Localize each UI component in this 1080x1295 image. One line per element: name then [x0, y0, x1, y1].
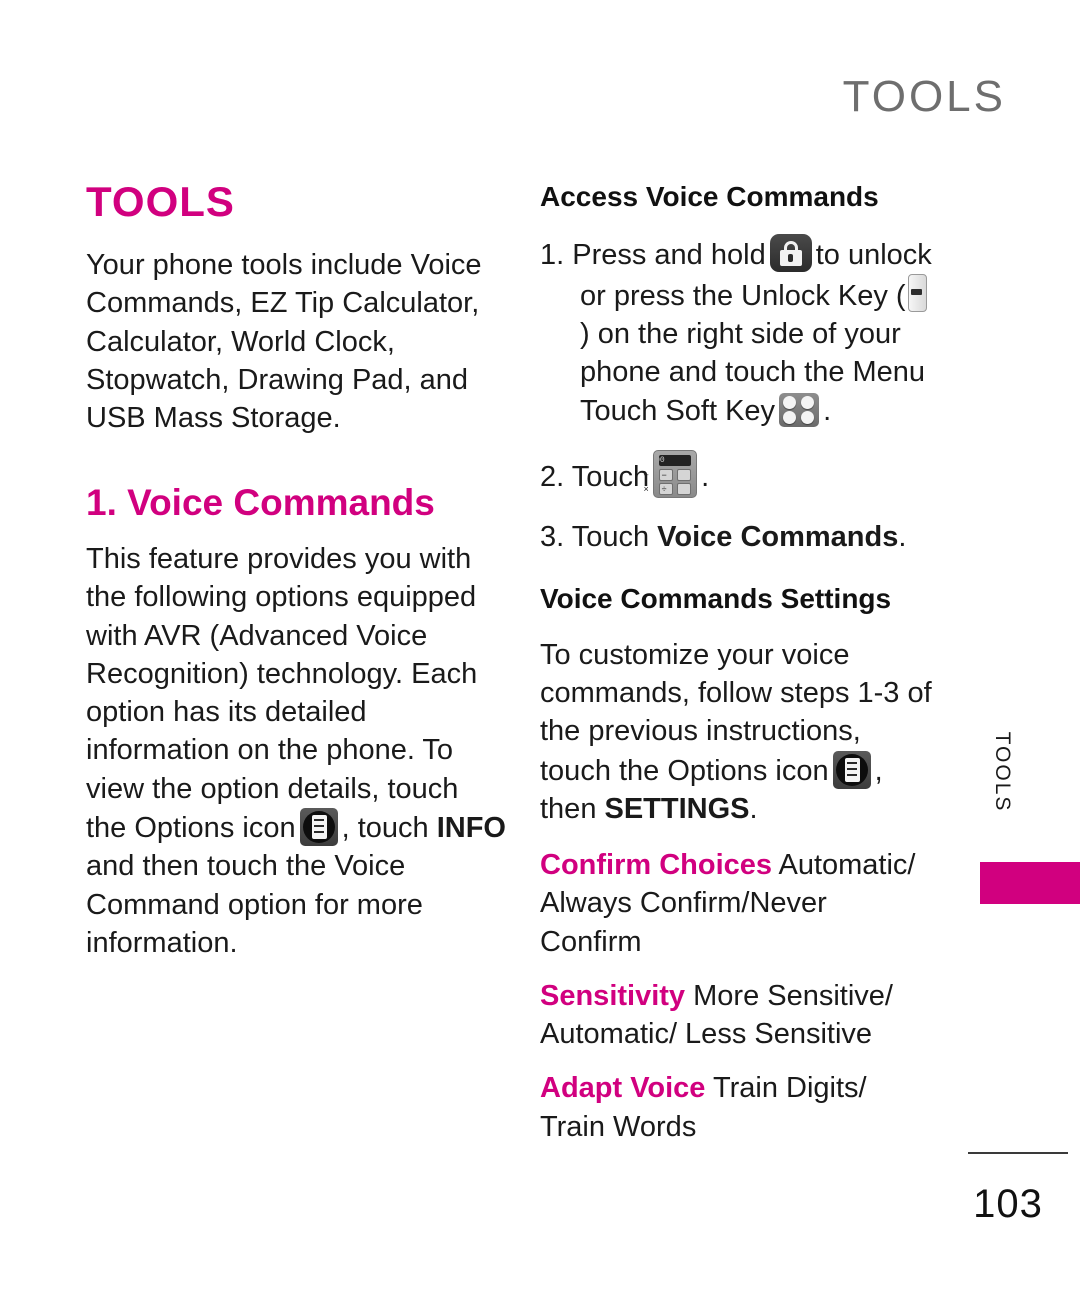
voice-commands-settings-heading: Voice Commands Settings — [540, 583, 892, 615]
settings-description-part3: . — [749, 792, 758, 825]
options-icon — [299, 807, 338, 846]
calculator-display: 3000 — [659, 454, 692, 466]
calculator-key-divide: ÷ — [662, 482, 692, 495]
step-1: 1. Press and hold to unlock or press the … — [540, 233, 932, 430]
calculator-key-minus: − — [661, 468, 692, 481]
footer-rule — [968, 1152, 1068, 1154]
section-heading-voice-commands: 1. Voice Commands — [86, 482, 435, 524]
voice-commands-description-part2: , touch — [341, 811, 437, 844]
step-3-voice-commands-label: Voice Commands — [657, 520, 899, 553]
step-1-part1: 1. Press and hold — [540, 238, 766, 271]
setting-option-label: Confirm Choices — [540, 849, 773, 882]
step-2-part2: . — [701, 460, 710, 493]
step-1-part4: . — [823, 394, 832, 427]
intro-paragraph: Your phone tools include Voice Commands,… — [86, 249, 482, 435]
step-3-part1: 3. Touch — [540, 520, 658, 553]
step-3: 3. Touch Voice Commands. — [540, 518, 932, 556]
calculator-icon: 3000+−×÷ — [643, 449, 698, 498]
setting-option-adapt-voice: Adapt Voice Train Digits/ Train Words — [540, 1069, 932, 1146]
access-voice-commands-heading: Access Voice Commands — [540, 181, 879, 212]
setting-option-confirm-choices: Confirm Choices Automatic/ Always Confir… — [540, 846, 932, 961]
side-tab-label: TOOLS — [991, 731, 1014, 813]
side-tab-bar — [980, 862, 1080, 904]
settings-label: SETTINGS — [604, 792, 750, 825]
step-3-part2: . — [898, 520, 907, 553]
running-header-tools: TOOLS — [842, 72, 1006, 121]
voice-commands-description: This feature provides you with the follo… — [86, 540, 506, 962]
step-2: 2. Touch3000+−×÷. — [540, 449, 932, 498]
side-unlock-key-icon — [907, 273, 927, 312]
step-1-part3: ) on the right side of your phone and to… — [580, 318, 926, 427]
lock-icon — [769, 233, 812, 272]
options-icon — [832, 750, 871, 789]
setting-option-sensitivity: Sensitivity More Sensitive/ Automatic/ L… — [540, 977, 932, 1054]
step-2-part1: 2. Touch — [540, 460, 650, 493]
voice-commands-description-part1: This feature provides you with the follo… — [86, 543, 478, 844]
right-column: Access Voice Commands 1. Press and hold t… — [540, 180, 932, 1162]
left-column: TOOLS Your phone tools include Voice Com… — [86, 178, 506, 980]
voice-commands-description-part3: and then touch the Voice Command option … — [86, 850, 423, 959]
setting-option-label: Adapt Voice — [540, 1072, 706, 1105]
setting-option-label: Sensitivity — [540, 979, 686, 1012]
page-number: 103 — [973, 1182, 1043, 1226]
settings-description-part1: To customize your voice commands, follow… — [540, 638, 932, 787]
page-title: TOOLS — [86, 178, 235, 225]
menu-touch-soft-key-icon — [779, 392, 820, 427]
info-label: INFO — [436, 811, 506, 844]
settings-description: To customize your voice commands, follow… — [540, 636, 932, 828]
